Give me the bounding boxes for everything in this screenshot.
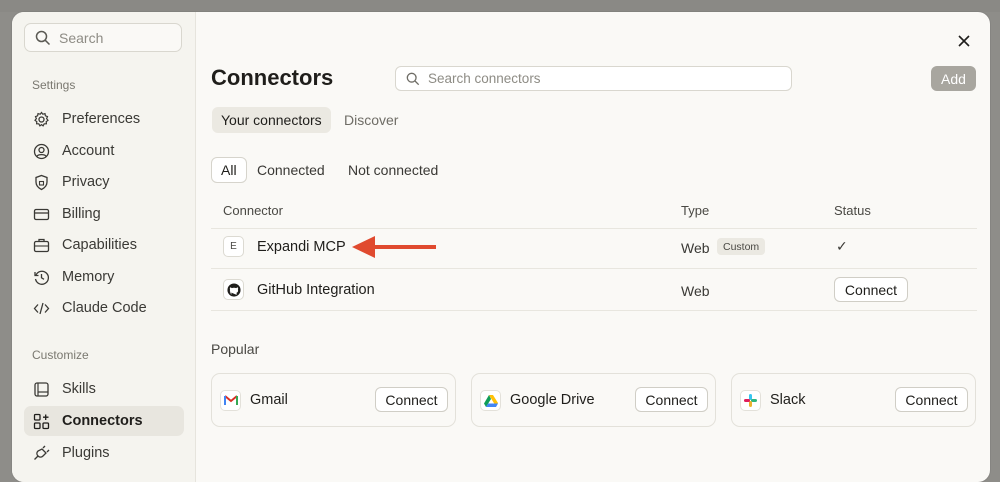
sidebar-item-privacy[interactable]: Privacy <box>24 167 184 197</box>
settings-section-label: Settings <box>32 78 76 92</box>
sidebar-item-label: Billing <box>62 206 101 222</box>
history-icon <box>33 269 50 286</box>
search-connectors-placeholder: Search connectors <box>428 71 541 86</box>
slack-icon <box>740 390 761 411</box>
sidebar-item-connectors[interactable]: Connectors <box>24 406 184 436</box>
search-icon <box>35 30 51 45</box>
card-name: Google Drive <box>510 392 595 408</box>
filter-connected[interactable]: Connected <box>248 157 334 183</box>
background-app-bar <box>0 0 1000 12</box>
search-connectors-input[interactable]: Search connectors <box>395 66 792 91</box>
sidebar-search-input[interactable]: Search <box>24 23 182 52</box>
divider <box>211 268 977 269</box>
connect-button[interactable]: Connect <box>834 277 908 302</box>
connected-check-icon: ✓ <box>836 238 848 254</box>
annotation-arrow-icon <box>352 236 436 258</box>
sidebar-search-placeholder: Search <box>59 29 104 46</box>
shield-icon <box>33 174 50 191</box>
briefcase-icon <box>33 237 50 254</box>
sidebar: Search Settings Preferences Account Priv… <box>12 12 196 482</box>
sidebar-item-preferences[interactable]: Preferences <box>24 104 184 134</box>
github-icon <box>223 279 244 300</box>
tab-your-connectors[interactable]: Your connectors <box>212 107 331 133</box>
google-drive-icon <box>480 390 501 411</box>
card-name: Slack <box>770 392 806 408</box>
connectors-grid-icon <box>33 413 50 430</box>
settings-modal: Search Settings Preferences Account Priv… <box>12 12 990 482</box>
sidebar-item-label: Preferences <box>62 111 141 127</box>
column-header-connector: Connector <box>223 203 283 218</box>
plug-icon <box>33 445 50 462</box>
sidebar-item-label: Capabilities <box>62 237 137 253</box>
sidebar-item-claude-code[interactable]: Claude Code <box>24 293 184 323</box>
customize-section-label: Customize <box>32 348 89 362</box>
code-icon <box>33 300 50 317</box>
popular-card-slack[interactable]: Slack Connect <box>731 373 976 427</box>
popular-card-google-drive[interactable]: Google Drive Connect <box>471 373 716 427</box>
sidebar-item-label: Skills <box>62 381 96 397</box>
page-title: Connectors <box>211 65 334 90</box>
sidebar-item-label: Claude Code <box>62 300 147 316</box>
connect-button[interactable]: Connect <box>375 387 448 412</box>
sidebar-item-capabilities[interactable]: Capabilities <box>24 230 184 260</box>
close-icon <box>958 35 970 47</box>
sidebar-item-label: Plugins <box>62 445 110 461</box>
skills-icon <box>33 381 50 398</box>
connect-button[interactable]: Connect <box>895 387 968 412</box>
search-icon <box>406 72 420 85</box>
sidebar-item-label: Memory <box>62 269 115 285</box>
connector-type: Web <box>681 283 710 299</box>
filter-all[interactable]: All <box>211 157 247 183</box>
sidebar-item-skills[interactable]: Skills <box>24 374 184 404</box>
sidebar-item-memory[interactable]: Memory <box>24 262 184 292</box>
sidebar-item-label: Connectors <box>62 413 143 429</box>
connect-button[interactable]: Connect <box>635 387 708 412</box>
column-header-status: Status <box>834 203 871 218</box>
gear-icon <box>33 111 50 128</box>
connector-name[interactable]: Expandi MCP <box>257 239 346 255</box>
tab-discover[interactable]: Discover <box>335 107 407 133</box>
close-button[interactable] <box>953 30 975 52</box>
credit-card-icon <box>33 206 50 223</box>
sidebar-item-billing[interactable]: Billing <box>24 199 184 229</box>
popular-section-label: Popular <box>211 341 260 357</box>
sidebar-item-label: Privacy <box>62 174 110 190</box>
add-button[interactable]: Add <box>931 66 976 91</box>
column-header-type: Type <box>681 203 710 218</box>
sidebar-item-label: Account <box>62 143 115 159</box>
custom-badge: Custom <box>717 238 766 255</box>
expandi-icon: E <box>223 236 244 257</box>
divider <box>211 228 977 229</box>
sidebar-item-account[interactable]: Account <box>24 136 184 166</box>
card-name: Gmail <box>250 392 288 408</box>
gmail-icon <box>220 390 241 411</box>
connector-type: Web <box>681 240 710 256</box>
filter-not-connected[interactable]: Not connected <box>339 157 447 183</box>
connector-name[interactable]: GitHub Integration <box>257 282 375 298</box>
divider <box>211 310 977 311</box>
popular-card-gmail[interactable]: Gmail Connect <box>211 373 456 427</box>
user-circle-icon <box>33 143 50 160</box>
